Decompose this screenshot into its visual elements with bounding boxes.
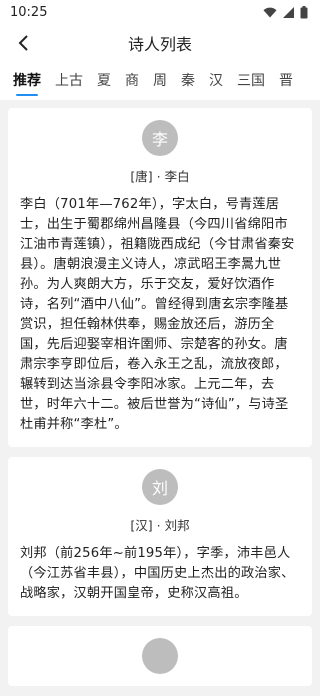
tab-qin[interactable]: 秦 — [174, 62, 202, 100]
tab-xia[interactable]: 夏 — [90, 62, 118, 100]
app-header: 诗人列表 — [0, 24, 320, 62]
chevron-left-icon — [18, 35, 28, 51]
tab-shanggu[interactable]: 上古 — [48, 62, 90, 100]
poet-card[interactable]: 刘 [汉] · 刘邦 刘邦（前256年~前195年），字季，沛丰邑人（今江苏省丰… — [8, 457, 312, 616]
poet-description: 刘邦（前256年~前195年），字季，沛丰邑人（今江苏省丰县），中国历史上杰出的… — [20, 546, 295, 601]
status-icons — [263, 5, 308, 19]
status-time: 10:25 — [10, 4, 48, 20]
signal-icon — [283, 6, 294, 18]
tab-sanguo[interactable]: 三国 — [230, 62, 272, 100]
tab-han[interactable]: 汉 — [202, 62, 230, 100]
poet-name: [汉] · 刘邦 — [130, 518, 190, 533]
poet-name: [唐] · 李白 — [130, 169, 190, 184]
poet-card[interactable]: 李 [唐] · 李白 李白（701年—762年），字太白，号青莲居士，出生于蜀郡… — [8, 108, 312, 447]
avatar: 刘 — [142, 469, 178, 505]
tab-shang[interactable]: 商 — [118, 62, 146, 100]
tab-recommend[interactable]: 推荐 — [6, 62, 48, 100]
avatar — [142, 638, 178, 674]
wifi-icon — [263, 7, 277, 17]
tab-jin[interactable]: 晋 — [272, 62, 300, 100]
status-bar: 10:25 — [0, 0, 320, 24]
poet-list: 李 [唐] · 李白 李白（701年—762年），字太白，号青莲居士，出生于蜀郡… — [8, 108, 312, 696]
battery-icon — [300, 5, 308, 18]
tab-zhou[interactable]: 周 — [146, 62, 174, 100]
avatar: 李 — [142, 120, 178, 156]
poet-description: 李白（701年—762年），字太白，号青莲居士，出生于蜀郡绵州昌隆县（今四川省绵… — [20, 197, 295, 432]
page-title: 诗人列表 — [127, 35, 192, 54]
back-button[interactable] — [8, 28, 38, 58]
poet-card[interactable] — [8, 626, 312, 686]
dynasty-tabs: 推荐 上古 夏 商 周 秦 汉 三国 晋 — [0, 62, 320, 100]
